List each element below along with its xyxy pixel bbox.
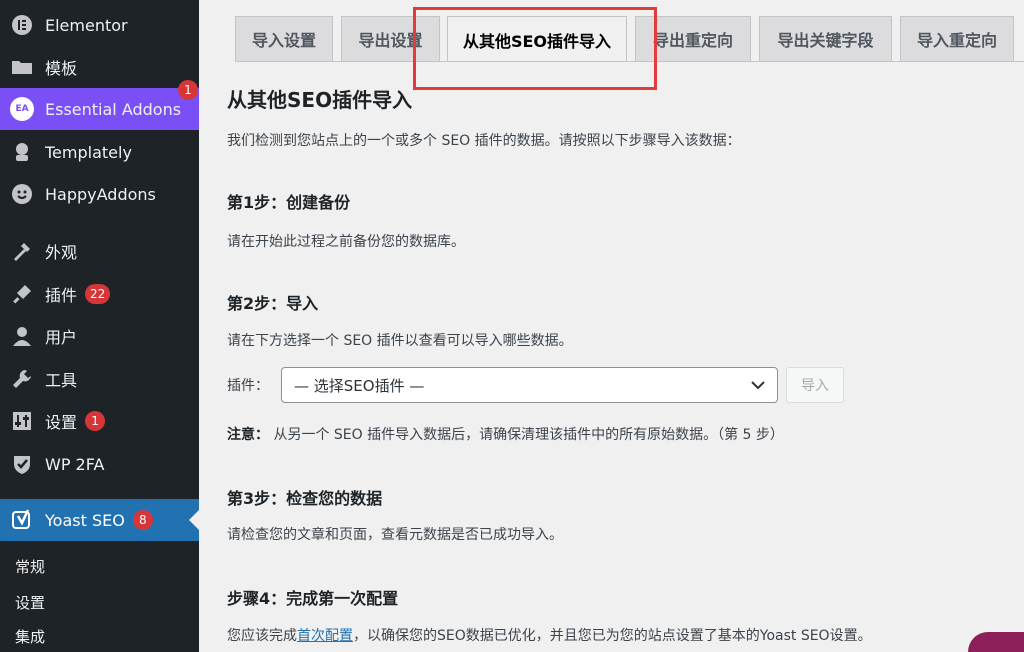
sidebar-item-label: 设置 (45, 413, 78, 432)
yoast-icon (9, 507, 35, 533)
sidebar-item-essential-addons[interactable]: EA Essential Addons (0, 88, 199, 130)
tab-export-key-fields[interactable]: 导出关键字段 (759, 16, 892, 61)
wp2fa-icon (9, 451, 35, 477)
sidebar-item-label: Elementor (45, 15, 128, 35)
yoast-badge: 8 (132, 510, 153, 530)
sidebar-item-label: Essential Addons (45, 99, 182, 119)
plugin-select-row: 插件： — 选择SEO插件 — 导入 (227, 367, 844, 403)
sidebar-item-settings[interactable]: 设置 1 (0, 400, 199, 442)
step4-text: 您应该完成首次配置，以确保您的SEO数据已优化，并且您已为您的站点设置了基本的Y… (227, 625, 872, 645)
select-value: — 选择SEO插件 — (294, 376, 425, 395)
plugin-label: 插件： (227, 378, 269, 394)
notice-text: 注意： 从另一个 SEO 插件导入数据后，请确保清理该插件中的所有原始数据。（第… (227, 424, 784, 444)
step4-text-before: 您应该完成 (227, 628, 297, 644)
essential-addons-icon: EA (9, 96, 35, 122)
sidebar-item-users[interactable]: 用户 (0, 315, 199, 357)
elementor-icon (9, 12, 35, 38)
current-menu-arrow (189, 510, 199, 530)
submenu-item-general[interactable]: 常规 (15, 556, 45, 577)
sidebar-item-label: 插件 (45, 286, 78, 305)
sidebar-item-tools[interactable]: 工具 (0, 358, 199, 400)
step4-text-after: ，以确保您的SEO数据已优化，并且您已为您的站点设置了基本的Yoast SEO设… (353, 628, 872, 644)
templately-icon (9, 139, 35, 165)
essential-addons-logo-text: EA (10, 97, 34, 121)
intro-text: 我们检测到您站点上的一个或多个 SEO 插件的数据。请按照以下步骤导入该数据： (227, 133, 741, 149)
sidebar-item-elementor[interactable]: Elementor (0, 4, 199, 46)
settings-icon (9, 408, 35, 434)
settings-badge: 1 (85, 411, 106, 431)
sidebar-item-label: 外观 (45, 243, 78, 262)
sidebar-item-happyaddons[interactable]: HappyAddons (0, 173, 199, 215)
sidebar-item-label: WP 2FA (45, 454, 105, 474)
floating-widget[interactable] (968, 632, 1024, 652)
step3-text: 请检查您的文章和页面，查看元数据是否已成功导入。 (227, 527, 563, 543)
sidebar-item-label: 模板 (45, 59, 78, 78)
wrench-icon (9, 366, 35, 392)
sidebar-item-yoast-seo[interactable]: Yoast SEO 8 (0, 499, 199, 541)
sidebar-item-label: Yoast SEO (45, 510, 125, 530)
plugins-badge: 22 (85, 284, 111, 304)
step3-title: 第3步：检查您的数据 (227, 489, 383, 508)
seo-plugin-select[interactable]: — 选择SEO插件 — (281, 367, 778, 403)
page-title: 从其他SEO插件导入 (227, 88, 413, 112)
sidebar-item-label: 工具 (45, 371, 78, 390)
folder-icon (9, 54, 35, 80)
step2-text: 请在下方选择一个 SEO 插件以查看可以导入哪些数据。 (227, 333, 573, 349)
step1-title: 第1步：创建备份 (227, 193, 351, 212)
sidebar-item-plugins[interactable]: 插件 22 (0, 273, 199, 315)
sidebar-item-label: 用户 (45, 328, 78, 347)
import-button[interactable]: 导入 (786, 367, 844, 403)
essential-addons-badge: 1 (178, 80, 198, 100)
sidebar-item-appearance[interactable]: 外观 (0, 230, 199, 272)
step2-title: 第2步：导入 (227, 294, 319, 313)
tab-import-redirects[interactable]: 导入重定向 (900, 16, 1014, 61)
sidebar-item-templately[interactable]: Templately (0, 131, 199, 173)
sidebar-item-templates[interactable]: 模板 (0, 46, 199, 88)
submenu-item-settings[interactable]: 设置 (15, 592, 45, 613)
sidebar-item-label: HappyAddons (45, 184, 156, 204)
step4-title: 步骤4：完成第一次配置 (227, 589, 399, 608)
first-time-config-link[interactable]: 首次配置 (297, 628, 353, 644)
chevron-down-icon (751, 376, 765, 394)
submenu-item-integrations[interactable]: 集成 (15, 626, 45, 647)
notice-body: 从另一个 SEO 插件导入数据后，请确保清理该插件中的所有原始数据。（第 5 步… (273, 427, 784, 443)
plugins-icon (9, 281, 35, 307)
notice-label: 注意： (227, 427, 269, 443)
sidebar-item-label: Templately (45, 142, 132, 162)
admin-sidebar: Elementor 模板 EA Essential Addons 1 Templ… (0, 0, 199, 652)
annotation-highlight-box (413, 7, 657, 90)
user-icon (9, 323, 35, 349)
sidebar-item-wp2fa[interactable]: WP 2FA (0, 443, 199, 485)
happyaddons-icon (9, 181, 35, 207)
step1-text: 请在开始此过程之前备份您的数据库。 (227, 234, 465, 250)
appearance-icon (9, 238, 35, 264)
tab-import-settings[interactable]: 导入设置 (235, 16, 333, 61)
